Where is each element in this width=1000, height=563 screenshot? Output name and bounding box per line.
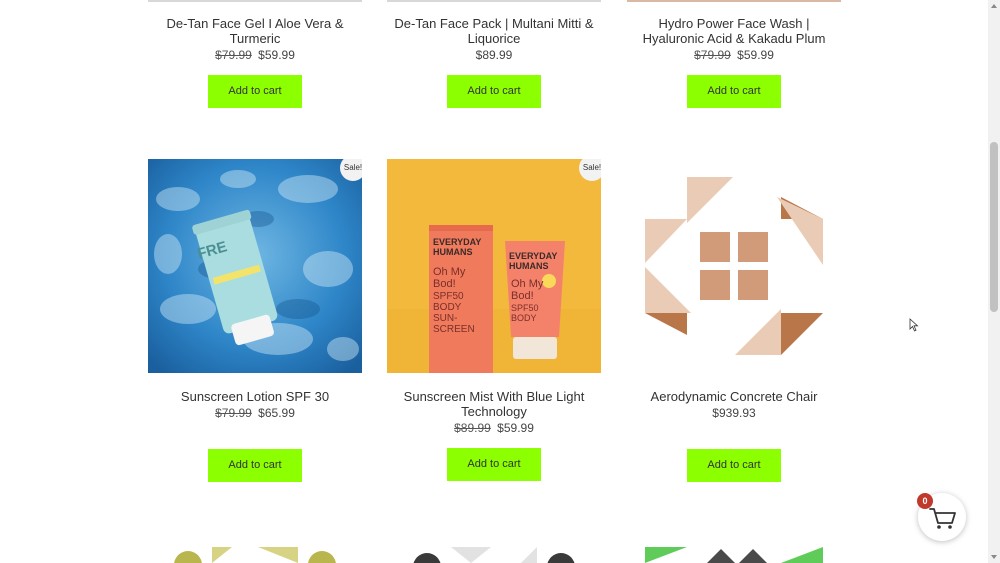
sunscreen-lotion-image: FRE	[148, 159, 362, 373]
box-spf-text: SPF50	[433, 291, 464, 302]
product-image[interactable]	[627, 547, 841, 563]
box-product-text: Bod!	[433, 278, 456, 290]
price: $939.93	[712, 406, 756, 420]
mouse-cursor-icon	[909, 318, 919, 332]
product-card: Hydro Power Face Wash | Hyaluronic Acid …	[627, 16, 841, 108]
add-to-cart-button[interactable]: Add to cart	[687, 449, 781, 482]
scroll-thumb[interactable]	[990, 142, 998, 312]
cart-count-badge: 0	[917, 493, 933, 509]
product-price: $79.99 $59.99	[148, 48, 362, 63]
box-product-text: Oh My	[433, 266, 466, 278]
product-title[interactable]: Hydro Power Face Wash | Hyaluronic Acid …	[627, 16, 841, 46]
product-title[interactable]: De-Tan Face Gel I Aloe Vera & Turmeric	[148, 16, 362, 46]
product-image[interactable]	[387, 547, 601, 563]
box-spf-text: BODY	[433, 302, 462, 313]
add-to-cart-button[interactable]: Add to cart	[687, 75, 781, 108]
product-image-edge	[387, 0, 601, 2]
product-price: $89.99	[387, 48, 601, 63]
add-to-cart-button[interactable]: Add to cart	[208, 449, 302, 482]
sale-price: $59.99	[497, 421, 534, 435]
tube-brand-text: EVERYDAY	[509, 251, 557, 261]
product-title[interactable]: De-Tan Face Pack | Multani Mitti & Liquo…	[387, 16, 601, 46]
scroll-down-arrow-icon[interactable]	[988, 551, 1000, 563]
product-title[interactable]: Sunscreen Mist With Blue Light Technolog…	[387, 389, 601, 419]
product-image-edge	[627, 0, 841, 2]
product-image-edge	[148, 0, 362, 2]
old-price: $79.99	[215, 406, 252, 420]
product-image[interactable]	[627, 159, 841, 373]
placeholder-pattern-image	[387, 547, 601, 563]
product-card: De-Tan Face Pack | Multani Mitti & Liquo…	[387, 16, 601, 108]
box-brand-text: HUMANS	[433, 247, 473, 257]
old-price: $79.99	[694, 48, 731, 62]
product-title[interactable]: Sunscreen Lotion SPF 30	[148, 389, 362, 404]
scroll-up-arrow-icon[interactable]	[988, 0, 1000, 12]
product-title[interactable]: Aerodynamic Concrete Chair	[627, 389, 841, 404]
tube-product-text: Oh My	[511, 278, 544, 290]
product-price: $939.93	[627, 406, 841, 421]
scrollbar[interactable]	[988, 0, 1000, 563]
placeholder-pattern-image	[148, 547, 362, 563]
tube-spf-text: BODY	[511, 313, 537, 323]
tube-brand-text: HUMANS	[509, 261, 549, 271]
box-spf-text: SUN-	[433, 313, 457, 324]
tube-spf-text: SPF50	[511, 303, 539, 313]
box-spf-text: SCREEN	[433, 324, 475, 335]
product-image[interactable]: EVERYDAY HUMANS EVERYDAY HUMANS Oh My Bo…	[387, 159, 601, 373]
sunscreen-mist-image: EVERYDAY HUMANS EVERYDAY HUMANS Oh My Bo…	[387, 159, 601, 373]
product-card: FRE Sale! Sunscreen Lotion SPF 30 $79.99…	[148, 159, 362, 482]
product-card: De-Tan Face Gel I Aloe Vera & Turmeric $…	[148, 16, 362, 108]
placeholder-pattern-image	[627, 547, 841, 563]
sale-price: $65.99	[258, 406, 295, 420]
add-to-cart-button[interactable]: Add to cart	[447, 448, 541, 481]
product-image[interactable]	[148, 547, 362, 563]
sale-price: $59.99	[258, 48, 295, 62]
product-price: $89.99 $59.99	[387, 421, 601, 436]
old-price: $79.99	[215, 48, 252, 62]
sale-price: $59.99	[737, 48, 774, 62]
add-to-cart-button[interactable]: Add to cart	[208, 75, 302, 108]
product-card: Aerodynamic Concrete Chair $939.93 Add t…	[627, 159, 841, 482]
product-price: $79.99 $59.99	[627, 48, 841, 63]
product-card: EVERYDAY HUMANS EVERYDAY HUMANS Oh My Bo…	[387, 159, 601, 481]
tube-product-text: Bod!	[511, 290, 534, 302]
add-to-cart-button[interactable]: Add to cart	[447, 75, 541, 108]
box-brand-text: EVERYDAY	[433, 237, 481, 247]
old-price: $89.99	[454, 421, 491, 435]
price: $89.99	[475, 48, 513, 62]
product-image[interactable]: FRE Sale!	[148, 159, 362, 373]
product-price: $79.99 $65.99	[148, 406, 362, 421]
placeholder-pattern-image	[627, 159, 841, 373]
